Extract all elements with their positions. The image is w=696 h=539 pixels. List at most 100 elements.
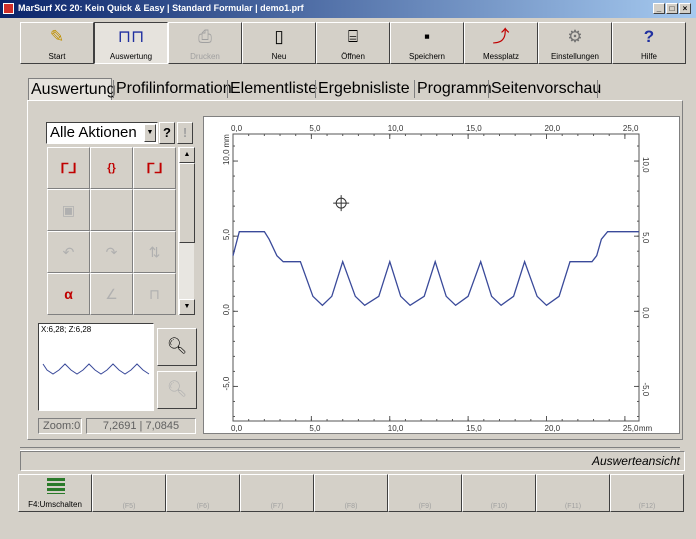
new-document-icon: ▯ bbox=[274, 27, 284, 46]
help-button[interactable]: ? bbox=[159, 122, 175, 144]
tab-profilinformation[interactable]: Profilinformation bbox=[114, 78, 232, 100]
toolbar-button-label: Messplatz bbox=[482, 52, 519, 61]
toolbar-button-label: Auswertung bbox=[109, 52, 153, 61]
toolbar-button-label: Start bbox=[48, 52, 66, 61]
probe-icon: ✎ bbox=[49, 27, 65, 46]
minimize-button[interactable]: _ bbox=[653, 3, 665, 14]
y-tick-label-left: -5,0 bbox=[222, 376, 231, 390]
fkey-button-5: (F9) bbox=[388, 474, 462, 512]
fkey-button-2: (F6) bbox=[166, 474, 240, 512]
chevron-down-icon[interactable]: ▼ bbox=[144, 124, 156, 142]
fkey-label: F4:Umschalten bbox=[28, 500, 82, 509]
toolbar-button-einstellungen[interactable]: ⚙ Einstellungen bbox=[538, 22, 612, 64]
toolbar-button-label: Drucken bbox=[190, 52, 220, 61]
app-icon bbox=[3, 3, 14, 14]
title-bar: MarSurf XC 20: Kein Quick & Easy | Stand… bbox=[0, 0, 696, 18]
save-profile-icon[interactable]: ᒥᒧ bbox=[133, 147, 176, 189]
fkey-button-4: (F8) bbox=[314, 474, 388, 512]
close-button[interactable]: × bbox=[679, 3, 691, 14]
printer-icon: ⎙ bbox=[198, 27, 212, 46]
toolbar-button-speichern[interactable]: ▪ Speichern bbox=[390, 22, 464, 64]
profile-chart: 0,0 0,0 5,0 5,0 10,0 10,0 15,0 15,0 20,0 20,0 25,0… bbox=[222, 124, 653, 433]
window-title: MarSurf XC 20: Kein Quick & Easy | Stand… bbox=[18, 3, 304, 13]
x-tick-label-bottom: 20,0 bbox=[545, 424, 561, 433]
cursor-coordinates: 7,2691 | 7,0845 bbox=[86, 418, 196, 434]
fkey-button-1: (F5) bbox=[92, 474, 166, 512]
scroll-up-icon[interactable]: ▲ bbox=[179, 147, 195, 163]
actions-select-value: Alle Aktionen bbox=[50, 124, 137, 141]
open-profile-icon[interactable]: ᒥᒧ bbox=[47, 147, 90, 189]
zoom-level: Zoom:0 bbox=[38, 418, 82, 434]
help-question-icon: ? bbox=[643, 27, 655, 46]
toolbar-button-label: Neu bbox=[271, 52, 287, 61]
magnifier-icon: 🔍︎ bbox=[166, 338, 188, 355]
status-bar: Auswerteansicht bbox=[20, 451, 685, 471]
y-tick-label-right: 5,0 bbox=[641, 232, 650, 244]
layers-icon bbox=[47, 478, 65, 494]
profile-series-line bbox=[232, 231, 639, 307]
tab-seitenvorschau[interactable]: Seitenvorschau bbox=[489, 78, 601, 100]
fkey-button-6: (F10) bbox=[462, 474, 536, 512]
undo-icon: ↶ bbox=[47, 231, 90, 273]
zoom-reset-button[interactable]: 🔍︎ bbox=[157, 371, 197, 409]
save-element-icon: ▣ bbox=[47, 189, 90, 231]
toolbar-button-label: Hilfe bbox=[640, 52, 657, 61]
open-folder-icon: ⌸ bbox=[347, 27, 359, 46]
magnifier-disabled-icon: 🔍︎ bbox=[166, 381, 188, 398]
y-tick-label-left: 10,0 bbox=[222, 149, 231, 165]
toolbar-button-öffnen[interactable]: ⌸ Öffnen bbox=[316, 22, 390, 64]
profile-preview: X:6,28; Z:6,28 bbox=[38, 323, 154, 411]
x-tick-label-top: 5,0 bbox=[309, 124, 321, 133]
x-tick-label-bottom: 15,0 bbox=[466, 424, 482, 433]
tab-ergebnisliste[interactable]: Ergebnisliste bbox=[316, 78, 413, 100]
info-button[interactable]: ! bbox=[177, 122, 193, 144]
x-tick-label-bottom: 5,0 bbox=[309, 424, 321, 433]
toolbar-button-drucken[interactable]: ⎙ Drucken bbox=[168, 22, 242, 64]
scroll-down-icon[interactable]: ▼ bbox=[179, 299, 195, 315]
toolbar-button-auswertung[interactable]: ⊓⊓ Auswertung bbox=[94, 22, 168, 64]
zoom-search-button[interactable]: 🔍︎ bbox=[157, 328, 197, 366]
redo-icon: ↷ bbox=[90, 231, 133, 273]
profile-step-icon: ⊓ bbox=[133, 273, 176, 315]
scroll-thumb[interactable] bbox=[179, 163, 195, 243]
main-toolbar: ✎ Start ⊓⊓ Auswertung ⎙ Drucken ▯ Neu ⌸ Öffnen ▪ Sp… bbox=[20, 22, 686, 64]
x-tick-label-top: 10,0 bbox=[388, 124, 404, 133]
plot-frame bbox=[232, 133, 640, 422]
y-axis-unit: mm bbox=[222, 134, 231, 148]
y-tick-label-right: 10,0 bbox=[641, 157, 650, 173]
save-disk-icon: ▪ bbox=[423, 27, 431, 46]
fkey-button-8: (F12) bbox=[610, 474, 684, 512]
filter-icon: ⇅ bbox=[133, 231, 176, 273]
measuring-station-icon: ⤴ bbox=[492, 27, 510, 46]
angle-icon: ∠ bbox=[90, 273, 133, 315]
x-tick-label-top: 20,0 bbox=[545, 124, 561, 133]
toolbar-button-start[interactable]: ✎ Start bbox=[20, 22, 94, 64]
profile-plot[interactable]: 0,0 0,0 5,0 5,0 10,0 10,0 15,0 15,0 20,0 20,0 25,0… bbox=[203, 116, 680, 434]
x-tick-label-top: 15,0 bbox=[466, 124, 482, 133]
y-tick-label-left: 0,0 bbox=[222, 304, 231, 316]
zoom-row: Zoom:0 7,2691 | 7,0845 bbox=[38, 418, 198, 436]
toolbar-button-hilfe[interactable]: ? Hilfe bbox=[612, 22, 686, 64]
fkey-button-3: (F7) bbox=[240, 474, 314, 512]
fkey-button-0[interactable]: F4:Umschalten bbox=[18, 474, 92, 512]
function-key-bar: F4:Umschalten (F5) (F6) (F7) (F8) (F9) (F10) (F… bbox=[18, 474, 686, 512]
tab-programm[interactable]: Programm bbox=[415, 78, 492, 100]
x-tick-label-bottom: 0,0 bbox=[231, 424, 243, 433]
x-tick-label-top: 25,0 bbox=[623, 124, 639, 133]
tab-elementliste[interactable]: Elementliste bbox=[228, 78, 317, 100]
actions-select[interactable]: Alle Aktionen ▼ bbox=[46, 122, 158, 144]
action-scrollbar[interactable]: ▲ ▼ bbox=[178, 147, 195, 315]
settings-gears-icon: ⚙ bbox=[567, 27, 583, 46]
alpha-rotate-icon[interactable]: α bbox=[47, 273, 90, 315]
toolbar-button-neu[interactable]: ▯ Neu bbox=[242, 22, 316, 64]
y-tick-label-right: 0,0 bbox=[641, 307, 650, 319]
tab-auswertung[interactable]: Auswertung bbox=[28, 78, 116, 100]
toolbar-button-label: Speichern bbox=[408, 52, 446, 61]
open-element-icon[interactable]: {} bbox=[90, 147, 133, 189]
preview-profile-line bbox=[42, 363, 150, 375]
action-grid: ᒥᒧ {} ᒥᒧ ▣ ↶ ↷ ⇅ α ∠ ⊓ bbox=[47, 147, 177, 315]
toolbar-button-messplatz[interactable]: ⤴ Messplatz bbox=[464, 22, 538, 64]
toolbar-button-label: Öffnen bbox=[341, 52, 365, 61]
maximize-button[interactable]: □ bbox=[666, 3, 678, 14]
profile-analysis-icon: ⊓⊓ bbox=[117, 27, 145, 46]
